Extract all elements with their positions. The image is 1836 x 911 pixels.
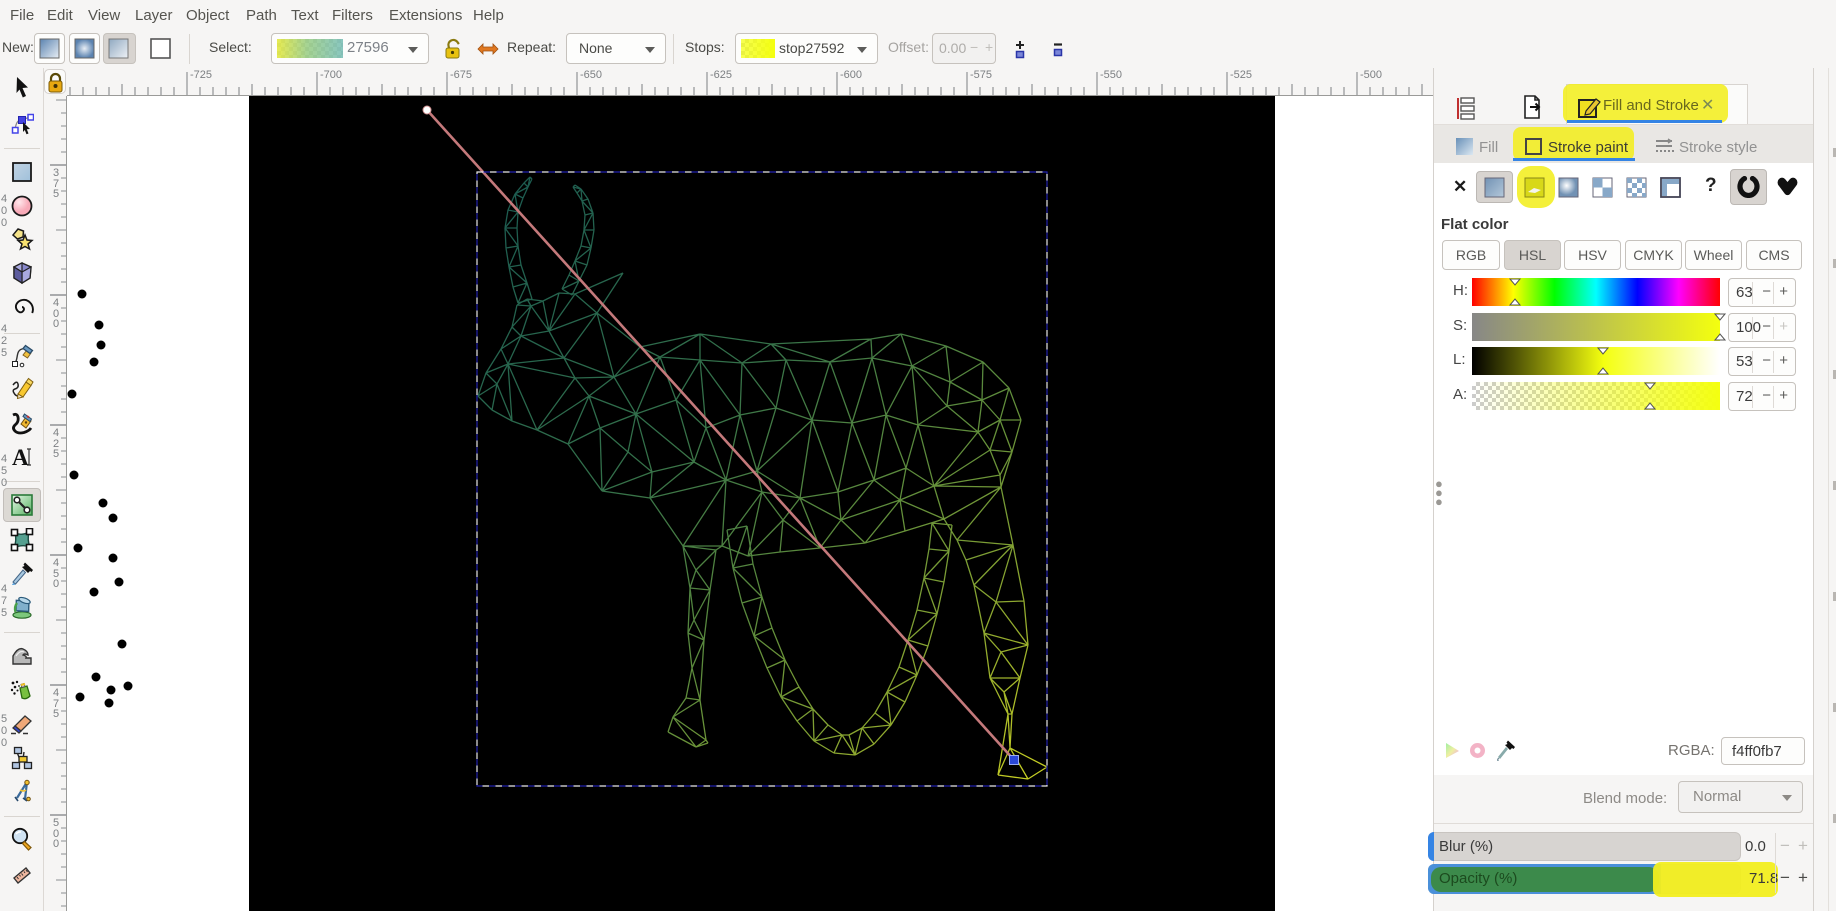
svg-text:A: A — [12, 445, 29, 469]
